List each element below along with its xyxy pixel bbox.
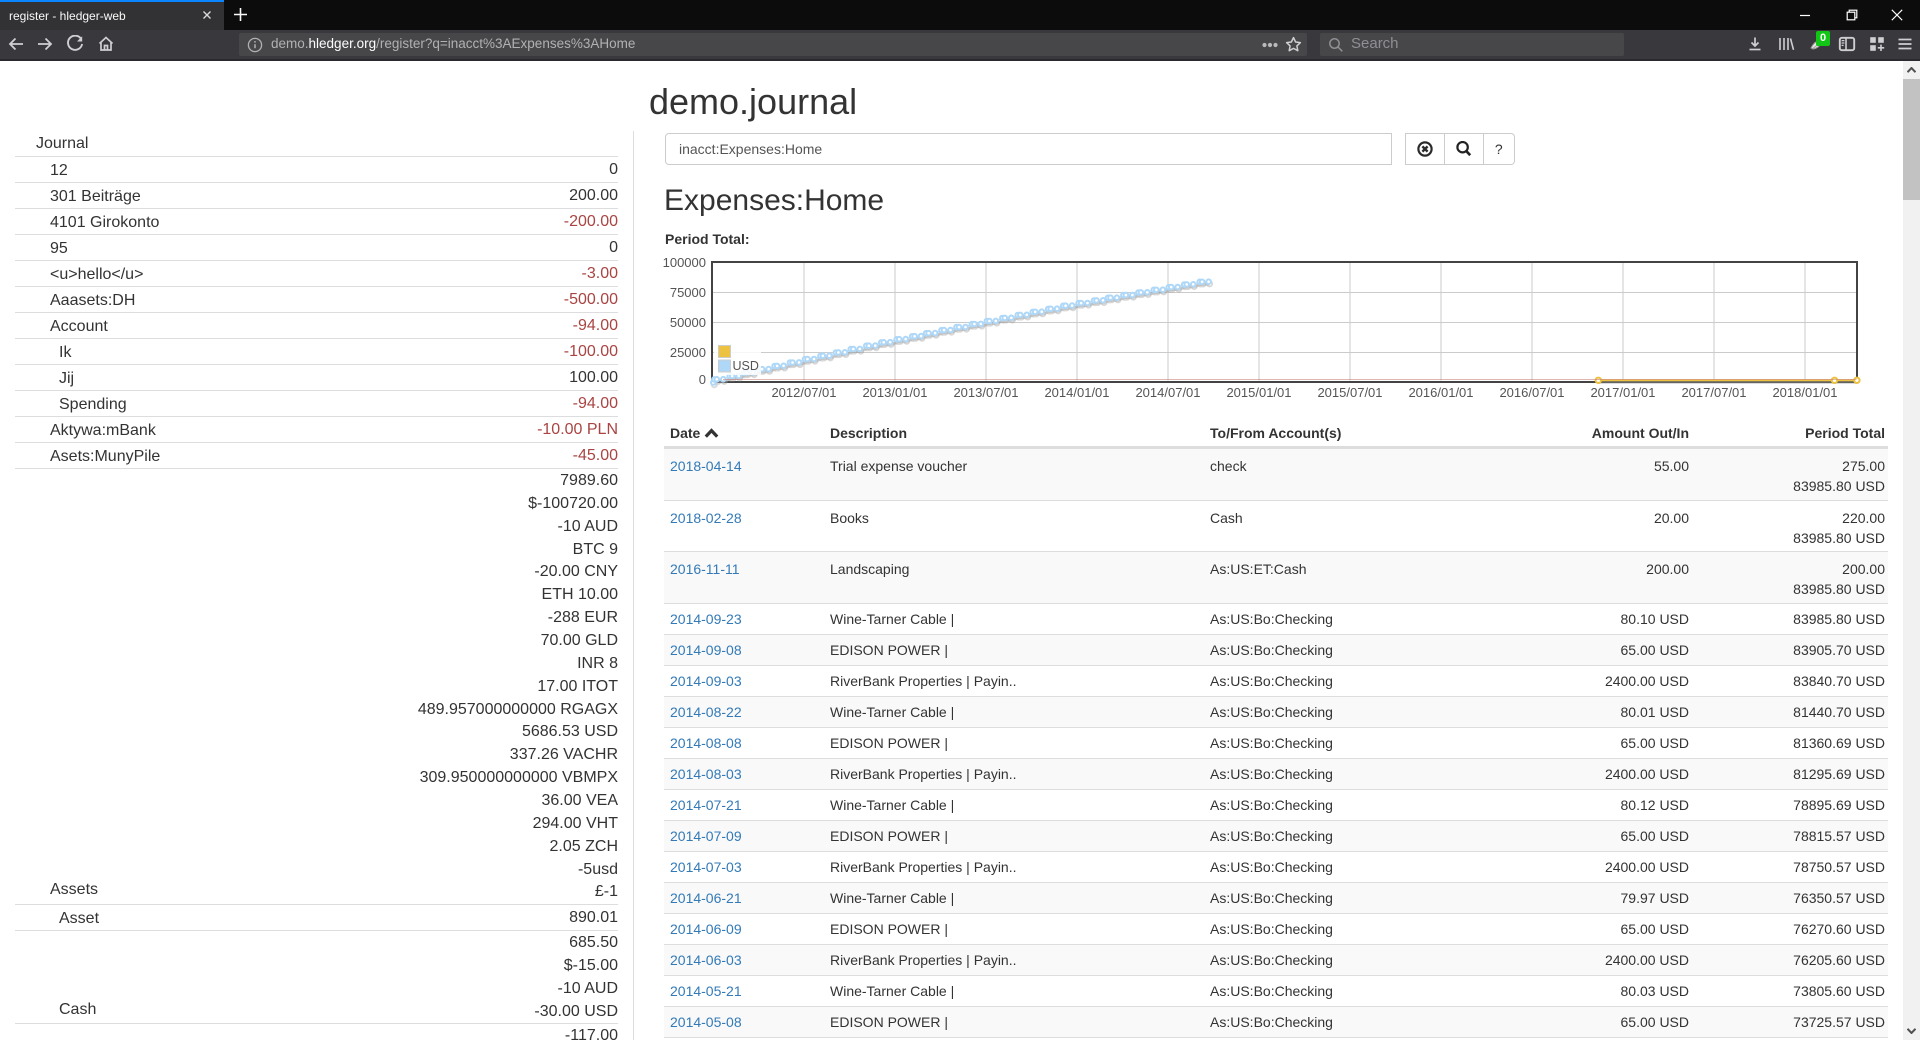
svg-text:0: 0: [699, 372, 706, 387]
svg-text:100000: 100000: [663, 255, 706, 270]
svg-text:USD: USD: [733, 359, 759, 373]
svg-text:2012/07/01: 2012/07/01: [771, 385, 836, 400]
svg-text:2016/01/01: 2016/01/01: [1408, 385, 1473, 400]
svg-text:25000: 25000: [670, 345, 706, 360]
svg-text:2013/01/01: 2013/01/01: [862, 385, 927, 400]
svg-text:50000: 50000: [670, 315, 706, 330]
svg-text:2014/01/01: 2014/01/01: [1044, 385, 1109, 400]
svg-text:2014/07/01: 2014/07/01: [1135, 385, 1200, 400]
svg-text:2015/01/01: 2015/01/01: [1226, 385, 1291, 400]
svg-text:2013/07/01: 2013/07/01: [953, 385, 1018, 400]
svg-text:2018/01/01: 2018/01/01: [1772, 385, 1837, 400]
svg-text:2017/07/01: 2017/07/01: [1681, 385, 1746, 400]
svg-text:75000: 75000: [670, 285, 706, 300]
svg-text:2016/07/01: 2016/07/01: [1499, 385, 1564, 400]
svg-text:2015/07/01: 2015/07/01: [1317, 385, 1382, 400]
svg-text:2017/01/01: 2017/01/01: [1590, 385, 1655, 400]
